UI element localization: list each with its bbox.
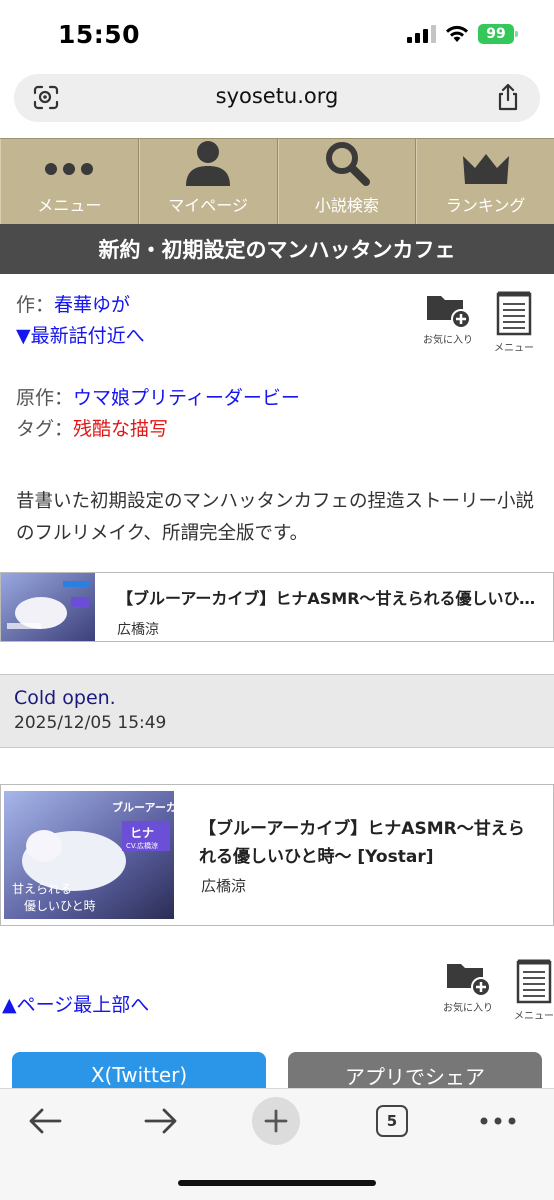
person-icon	[186, 141, 231, 186]
ad-thumbnail-large: ブルーアーカイブ ヒナ CV.広橋涼 甘えられる 優しいひと時	[4, 791, 174, 919]
author-link[interactable]: 春華ゆが	[54, 294, 130, 316]
thumb-caption-1: 甘えられる	[12, 882, 72, 896]
favorite-button[interactable]: お気に入り	[422, 290, 474, 354]
chapter-date: 2025/12/05 15:49	[14, 713, 167, 733]
chapter-title[interactable]: Cold open.	[14, 687, 540, 709]
notepad-icon	[516, 959, 552, 1004]
folder-add-icon	[447, 964, 491, 996]
menu-button[interactable]: メニュー	[488, 290, 540, 354]
wifi-icon	[446, 25, 468, 42]
novel-actions-top: お気に入り メニュー	[422, 290, 540, 354]
ad-banner-large[interactable]: ブルーアーカイブ ヒナ CV.広橋涼 甘えられる 優しいひと時 【ブルーアーカイ…	[0, 784, 554, 926]
clock: 15:50	[58, 20, 141, 49]
home-indicator	[178, 1180, 376, 1186]
signal-icon	[407, 25, 436, 43]
back-icon[interactable]	[28, 1107, 62, 1135]
page-top-link[interactable]: ▲ページ最上部へ	[2, 990, 149, 1017]
nav-mypage-label: マイページ	[168, 196, 248, 215]
favorite-label: お気に入り	[443, 1003, 493, 1014]
thumb-name: ヒナ	[130, 826, 154, 840]
original-link[interactable]: ウマ娘プリティーダービー	[73, 387, 300, 409]
nav-mypage[interactable]: マイページ	[138, 139, 278, 224]
ad2-author: 広橋涼	[201, 877, 247, 895]
tag-prefix: タグ：	[16, 418, 74, 440]
menu-button-bottom[interactable]: メニュー	[508, 958, 554, 1022]
nav-menu[interactable]: メニュー	[0, 139, 139, 224]
menu-label: メニュー	[514, 1011, 554, 1022]
novel-info: 作：春華ゆが ▼最新話付近へ 原作：ウマ娘プリティーダービー タグ：残酷な描写	[16, 290, 416, 445]
tag-link[interactable]: 残酷な描写	[73, 418, 168, 440]
forward-icon[interactable]	[144, 1107, 178, 1135]
plus-icon	[264, 1109, 288, 1133]
thumb-cv: CV.広橋涼	[126, 841, 158, 850]
ad-title[interactable]: 【ブルーアーカイブ】ヒナASMR～甘えられる優しいひと時～ [Yostar]	[117, 585, 537, 609]
chapter-item[interactable]: Cold open. 2025/12/05 15:49	[0, 674, 554, 748]
favorite-button-bottom[interactable]: お気に入り	[442, 958, 494, 1022]
nav-search[interactable]: 小説検索	[277, 139, 417, 224]
novel-title: 新約・初期設定のマンハッタンカフェ	[0, 224, 554, 274]
status-bar: 15:50 99	[0, 0, 554, 70]
original-prefix: 原作：	[16, 387, 74, 409]
crown-icon	[462, 154, 509, 184]
ad2-title[interactable]: 【ブルーアーカイブ】ヒナASMR～甘えられる優しいひと時～ [Yostar]	[199, 815, 539, 871]
tab-switcher-button[interactable]: 5	[376, 1105, 408, 1137]
dots-icon	[45, 163, 94, 175]
battery-icon: 99	[478, 24, 518, 44]
nav-ranking[interactable]: ランキング	[416, 139, 554, 224]
favorite-label: お気に入り	[423, 335, 473, 346]
notepad-icon	[496, 291, 532, 336]
folder-add-icon	[427, 296, 471, 328]
thumb-logo: ブルーアーカイブ	[112, 800, 174, 814]
share-icon[interactable]	[496, 83, 520, 111]
ad-thumbnail	[1, 573, 95, 641]
ad-banner-small[interactable]: 【ブルーアーカイブ】ヒナASMR～甘えられる優しいひと時～ [Yostar] 広…	[0, 572, 554, 642]
novel-actions-bottom: お気に入り メニュー	[442, 958, 554, 1022]
author-prefix: 作：	[16, 294, 55, 316]
site-nav: メニュー マイページ 小説検索 ランキング	[0, 138, 554, 224]
nav-search-label: 小説検索	[314, 196, 379, 215]
ad-author: 広橋涼	[117, 622, 159, 638]
menu-label: メニュー	[494, 343, 534, 354]
address-bar[interactable]: syosetu.org	[14, 74, 540, 122]
new-tab-button[interactable]	[252, 1097, 300, 1145]
thumb-caption-2: 優しいひと時	[24, 899, 96, 913]
nav-menu-label: メニュー	[37, 196, 102, 215]
magnifier-icon	[325, 142, 370, 186]
url-text[interactable]: syosetu.org	[14, 84, 540, 108]
nav-ranking-label: ランキング	[445, 196, 526, 215]
latest-chapter-link[interactable]: ▼最新話付近へ	[16, 321, 416, 352]
more-icon[interactable]	[480, 1117, 516, 1125]
novel-description: 昔書いた初期設定のマンハッタンカフェの捏造ストーリー小説のフルリメイク、所謂完全…	[16, 491, 535, 544]
